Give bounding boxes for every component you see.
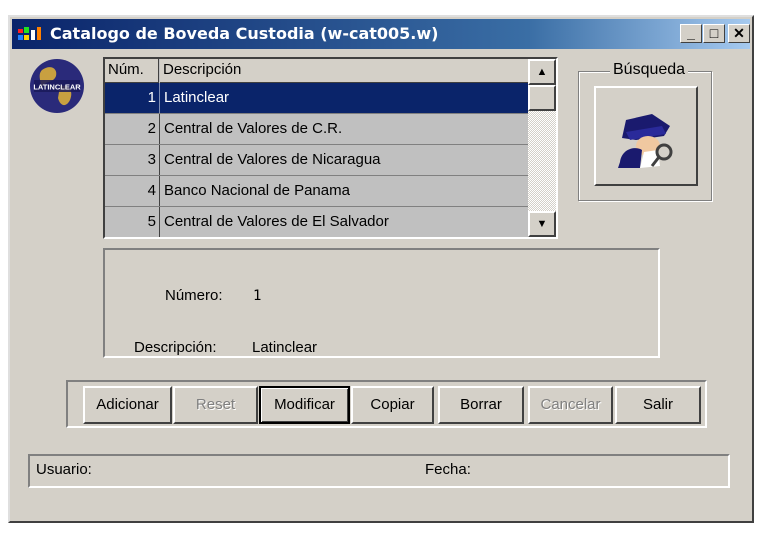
window-title: Catalogo de Boveda Custodia (w-cat005.w)	[50, 24, 439, 43]
row-num: 1	[147, 89, 156, 106]
usuario-label: Usuario:	[36, 461, 92, 478]
salir-button[interactable]: Salir	[615, 386, 701, 424]
scroll-down-icon[interactable]: ▼	[528, 211, 556, 237]
app-icon	[18, 27, 41, 40]
fecha-label: Fecha:	[425, 461, 471, 478]
column-header-num[interactable]: Núm.	[105, 59, 159, 83]
row-num: 5	[147, 213, 156, 230]
row-desc: Central de Valores de C.R.	[164, 120, 343, 137]
list-row[interactable]: 1 Latinclear	[105, 83, 528, 114]
row-num: 2	[147, 120, 156, 137]
list-row[interactable]: 3 Central de Valores de Nicaragua	[105, 145, 528, 176]
list-row[interactable]: 2 Central de Valores de C.R.	[105, 114, 528, 145]
list-row[interactable]: 5 Central de Valores de El Salvador	[105, 207, 528, 237]
row-desc: Latinclear	[164, 89, 230, 106]
row-desc: Banco Nacional de Panama	[164, 182, 350, 199]
column-header-desc[interactable]: Descripción	[160, 59, 528, 83]
list-scrollbar[interactable]: ▲ ▼	[528, 59, 556, 237]
row-desc: Central de Valores de El Salvador	[164, 213, 389, 230]
minimize-button[interactable]: _	[680, 24, 702, 43]
search-group-label: Búsqueda	[610, 61, 689, 79]
borrar-button[interactable]: Borrar	[438, 386, 524, 424]
list-row[interactable]: 4 Banco Nacional de Panama	[105, 176, 528, 207]
modificar-button[interactable]: Modificar	[259, 386, 350, 424]
title-bar[interactable]: Catalogo de Boveda Custodia (w-cat005.w)…	[12, 19, 750, 49]
row-desc: Central de Valores de Nicaragua	[164, 151, 381, 168]
search-button[interactable]	[594, 86, 698, 186]
close-button[interactable]: ✕	[728, 24, 750, 43]
row-num: 4	[147, 182, 156, 199]
copiar-button[interactable]: Copiar	[351, 386, 434, 424]
logo-text: LATINCLEAR	[33, 83, 81, 92]
scroll-thumb[interactable]	[528, 85, 556, 111]
adicionar-button[interactable]: Adicionar	[83, 386, 172, 424]
maximize-button[interactable]: □	[703, 24, 725, 43]
detective-search-icon	[618, 114, 673, 168]
descripcion-label: Descripción:	[134, 339, 217, 356]
scroll-up-icon[interactable]: ▲	[528, 59, 556, 85]
status-bar	[28, 454, 730, 488]
latinclear-logo: LATINCLEAR	[30, 59, 84, 113]
numero-label: Número:	[165, 287, 223, 304]
descripcion-value: Latinclear	[252, 339, 318, 356]
reset-button[interactable]: Reset	[173, 386, 258, 424]
cancelar-button[interactable]: Cancelar	[528, 386, 613, 424]
row-num: 3	[147, 151, 156, 168]
catalog-list[interactable]: Núm. Descripción 1 Latinclear 2 Central …	[103, 57, 558, 239]
numero-value: 1	[253, 288, 262, 304]
